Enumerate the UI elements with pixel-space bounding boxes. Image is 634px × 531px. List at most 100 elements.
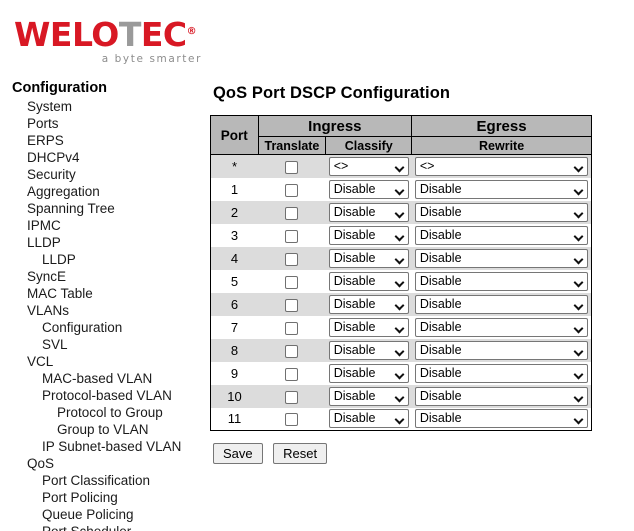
sidebar-item-erps[interactable]: ERPS [0, 132, 205, 149]
translate-checkbox[interactable] [285, 390, 299, 404]
brand-logo: WELOTEC® a byte smarter [14, 18, 204, 66]
rewrite-cell: <>DisableEnableRemap DP UnawareRemap DP … [411, 269, 592, 293]
translate-checkbox[interactable] [285, 367, 299, 381]
classify-cell: <>DisableDSCP=0SelectedAll [325, 384, 412, 408]
translate-cell [258, 223, 326, 247]
translate-cell [258, 177, 326, 201]
sidebar-title: Configuration [12, 80, 108, 96]
sidebar-item-port-classification[interactable]: Port Classification [0, 472, 205, 489]
classify-cell: <>DisableDSCP=0SelectedAll [325, 407, 412, 431]
port-label: 7 [210, 315, 259, 339]
classify-select[interactable]: <>DisableDSCP=0SelectedAll [328, 386, 409, 406]
sidebar-item-system[interactable]: System [0, 98, 205, 115]
sidebar-item-ipmc[interactable]: IPMC [0, 217, 205, 234]
translate-checkbox[interactable] [285, 160, 299, 174]
sidebar-item-protocol-to-group[interactable]: Protocol to Group [0, 404, 205, 421]
sidebar-item-group-to-vlan[interactable]: Group to VLAN [0, 421, 205, 438]
table-row: 1 <>DisableDSCP=0SelectedAll<>DisableEnab… [210, 177, 592, 201]
form-actions: Save Reset [213, 443, 630, 464]
rewrite-select[interactable]: <>DisableEnableRemap DP UnawareRemap DP … [414, 409, 588, 429]
rewrite-cell: <>DisableEnableRemap DP UnawareRemap DP … [411, 154, 592, 178]
sidebar-item-spanning-tree[interactable]: Spanning Tree [0, 200, 205, 217]
classify-select[interactable]: <>DisableDSCP=0SelectedAll [328, 248, 409, 268]
translate-cell [258, 292, 326, 316]
sidebar-item-list: System Ports ERPS DHCPv4 Security Aggregation… [0, 98, 205, 531]
classify-cell: <>DisableDSCP=0SelectedAll [325, 154, 412, 178]
sidebar-nav: Configuration System Ports ERPS DHCPv4 Secur… [0, 80, 205, 531]
main-content: QoS Port DSCP Configuration Port Ingress… [210, 84, 630, 464]
translate-checkbox[interactable] [285, 344, 299, 358]
classify-select[interactable]: <>DisableDSCP=0SelectedAll [328, 317, 409, 337]
rewrite-select[interactable]: <>DisableEnableRemap DP UnawareRemap DP … [414, 179, 588, 199]
sidebar-item-port-scheduler[interactable]: Port Scheduler [0, 523, 205, 531]
classify-select[interactable]: <>DisableDSCP=0SelectedAll [328, 202, 409, 222]
translate-checkbox[interactable] [285, 413, 299, 427]
port-label: 10 [210, 384, 259, 408]
port-label: 6 [210, 292, 259, 316]
rewrite-select-wrapper: <>DisableEnableRemap DP UnawareRemap DP … [414, 202, 588, 222]
classify-select[interactable]: <>DisableDSCP=0SelectedAll [328, 294, 409, 314]
rewrite-select[interactable]: <>DisableEnableRemap DP UnawareRemap DP … [414, 363, 588, 383]
sidebar-item-vcl[interactable]: VCL [0, 353, 205, 370]
column-header-translate: Translate [257, 136, 327, 155]
save-button[interactable]: Save [213, 443, 263, 464]
port-label: 1 [210, 177, 259, 201]
rewrite-select[interactable]: <>DisableEnableRemap DP UnawareRemap DP … [414, 294, 588, 314]
classify-select[interactable]: <>DisableDSCP=0SelectedAll [328, 179, 409, 199]
classify-select[interactable]: <>DisableDSCP=0SelectedAll [328, 271, 409, 291]
sidebar-item-ip-subnet-based-vlan[interactable]: IP Subnet-based VLAN [0, 438, 205, 455]
classify-cell: <>DisableDSCP=0SelectedAll [325, 269, 412, 293]
translate-checkbox[interactable] [285, 275, 299, 289]
sidebar-item-synce[interactable]: SyncE [0, 268, 205, 285]
sidebar-item-aggregation[interactable]: Aggregation [0, 183, 205, 200]
table-row: * <>DisableDSCP=0SelectedAll<>DisableEnab… [210, 154, 592, 178]
classify-select[interactable]: <>DisableDSCP=0SelectedAll [328, 340, 409, 360]
sidebar-item-lldp[interactable]: LLDP [0, 234, 205, 251]
translate-checkbox[interactable] [285, 229, 299, 243]
sidebar-item-mac-based-vlan[interactable]: MAC-based VLAN [0, 370, 205, 387]
sidebar-item-dhcpv4[interactable]: DHCPv4 [0, 149, 205, 166]
rewrite-select-wrapper: <>DisableEnableRemap DP UnawareRemap DP … [414, 317, 588, 337]
sidebar-item-qos[interactable]: QoS [0, 455, 205, 472]
rewrite-cell: <>DisableEnableRemap DP UnawareRemap DP … [411, 246, 592, 270]
sidebar-item-security[interactable]: Security [0, 166, 205, 183]
translate-checkbox[interactable] [285, 252, 299, 266]
classify-select[interactable]: <>DisableDSCP=0SelectedAll [328, 409, 409, 429]
sidebar-item-vlans[interactable]: VLANs [0, 302, 205, 319]
translate-checkbox[interactable] [285, 321, 299, 335]
port-label: * [210, 154, 259, 178]
rewrite-select-wrapper: <>DisableEnableRemap DP UnawareRemap DP … [414, 156, 588, 176]
logo-text-part1: WELO [14, 15, 119, 54]
table-row: 2 <>DisableDSCP=0SelectedAll<>DisableEnab… [210, 200, 592, 224]
classify-select[interactable]: <>DisableDSCP=0SelectedAll [328, 363, 409, 383]
classify-select-wrapper: <>DisableDSCP=0SelectedAll [328, 294, 409, 314]
rewrite-select[interactable]: <>DisableEnableRemap DP UnawareRemap DP … [414, 202, 588, 222]
rewrite-select[interactable]: <>DisableEnableRemap DP UnawareRemap DP … [414, 156, 588, 176]
sidebar-item-configuration[interactable]: Configuration [0, 319, 205, 336]
translate-checkbox[interactable] [285, 298, 299, 312]
sidebar-item-svl[interactable]: SVL [0, 336, 205, 353]
classify-cell: <>DisableDSCP=0SelectedAll [325, 315, 412, 339]
translate-checkbox[interactable] [285, 183, 299, 197]
classify-cell: <>DisableDSCP=0SelectedAll [325, 338, 412, 362]
classify-select[interactable]: <>DisableDSCP=0SelectedAll [328, 225, 409, 245]
sidebar-item-queue-policing[interactable]: Queue Policing [0, 506, 205, 523]
sidebar-item-ports[interactable]: Ports [0, 115, 205, 132]
rewrite-select[interactable]: <>DisableEnableRemap DP UnawareRemap DP … [414, 225, 588, 245]
table-row: 4 <>DisableDSCP=0SelectedAll<>DisableEnab… [210, 246, 592, 270]
rewrite-select[interactable]: <>DisableEnableRemap DP UnawareRemap DP … [414, 248, 588, 268]
sidebar-item-protocol-based-vlan[interactable]: Protocol-based VLAN [0, 387, 205, 404]
rewrite-select[interactable]: <>DisableEnableRemap DP UnawareRemap DP … [414, 340, 588, 360]
sidebar-item-lldp[interactable]: LLDP [0, 251, 205, 268]
sidebar-item-port-policing[interactable]: Port Policing [0, 489, 205, 506]
translate-checkbox[interactable] [285, 206, 299, 220]
classify-select[interactable]: <>DisableDSCP=0SelectedAll [328, 156, 409, 176]
sidebar-item-mac-table[interactable]: MAC Table [0, 285, 205, 302]
reset-button[interactable]: Reset [273, 443, 328, 464]
rewrite-select[interactable]: <>DisableEnableRemap DP UnawareRemap DP … [414, 386, 588, 406]
rewrite-select[interactable]: <>DisableEnableRemap DP UnawareRemap DP … [414, 317, 588, 337]
logo-text-part2: EC [140, 15, 187, 54]
classify-cell: <>DisableDSCP=0SelectedAll [325, 177, 412, 201]
rewrite-select[interactable]: <>DisableEnableRemap DP UnawareRemap DP … [414, 271, 588, 291]
table-row: 10 <>DisableDSCP=0SelectedAll<>DisableEna… [210, 384, 592, 408]
